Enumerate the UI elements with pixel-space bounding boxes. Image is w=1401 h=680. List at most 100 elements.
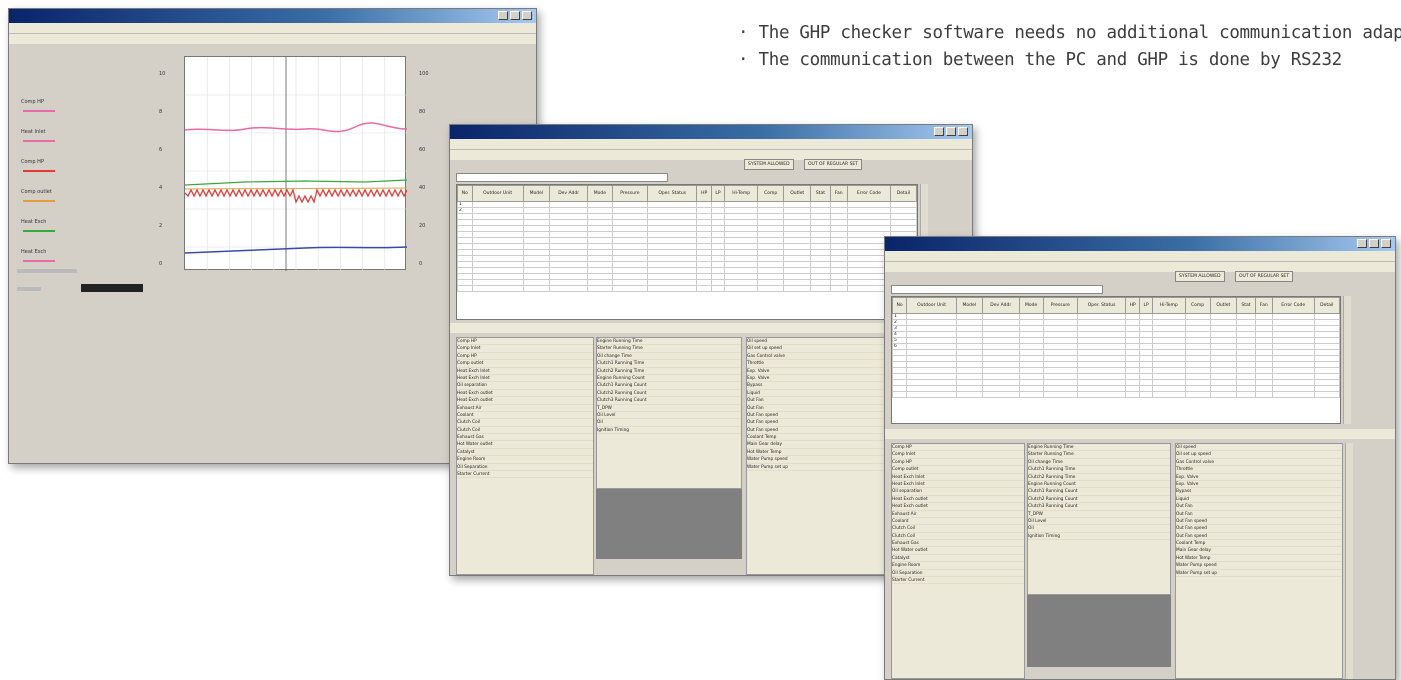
maximize-icon[interactable]	[946, 127, 956, 136]
column-header[interactable]: Comp	[757, 185, 785, 202]
column-header[interactable]: Outlet	[783, 185, 812, 202]
column-header[interactable]: Outlet	[1209, 297, 1238, 314]
param-row: Exhaust Gas	[457, 434, 593, 442]
table-cell	[710, 285, 726, 292]
minimize-icon[interactable]	[934, 127, 944, 136]
menu-bar[interactable]	[885, 251, 1395, 262]
param-name: Clutch Coil	[457, 427, 481, 433]
column-header[interactable]: Pressure	[1042, 297, 1079, 314]
param-name: Out Fan speed	[1176, 526, 1207, 532]
tab-system-allowed[interactable]: SYSTEM ALLOWED	[744, 159, 794, 170]
param-name: Out Fan speed	[1176, 533, 1207, 539]
table-cell	[549, 285, 589, 292]
column-header[interactable]: Mode	[587, 185, 613, 202]
column-header[interactable]: Error Code	[1271, 297, 1315, 314]
tab-system-allowed[interactable]: SYSTEM ALLOWED	[1175, 271, 1225, 282]
monitor-window-2: SYSTEM ALLOWED OUT OF REGULAR SET No Outd…	[884, 236, 1396, 680]
column-header[interactable]: No	[457, 185, 473, 202]
column-header[interactable]: HP	[696, 185, 712, 202]
param-name: Oil speed	[1176, 445, 1197, 450]
param-name: Engine Running Count	[1028, 481, 1076, 487]
column-header[interactable]: Mode	[1018, 297, 1044, 314]
param-value	[569, 464, 593, 470]
column-header[interactable]: Stat	[1236, 297, 1256, 314]
table-cell	[1152, 391, 1186, 398]
param-value	[1000, 496, 1024, 502]
maximize-icon[interactable]	[510, 11, 520, 20]
param-name: Bypass	[747, 383, 763, 389]
param-name: Water Pump speed	[1176, 563, 1217, 569]
param-name: Clutch Coil	[892, 533, 916, 539]
column-header[interactable]: Fan	[1254, 297, 1273, 314]
param-row: Heat Exch Inlet	[457, 368, 593, 375]
tab-out-of-regular[interactable]: OUT OF REGULAR SET	[1235, 271, 1294, 282]
param-value	[1318, 496, 1342, 502]
param-name: Water Pump set up	[1176, 570, 1217, 576]
tab-out-of-regular[interactable]: OUT OF REGULAR SET	[804, 159, 863, 170]
column-header[interactable]: Pressure	[611, 185, 649, 202]
param-row: Hot Water outlet	[457, 441, 593, 449]
table-cell	[1139, 391, 1154, 398]
unit-select[interactable]	[456, 173, 668, 182]
column-header[interactable]: Model	[955, 297, 983, 314]
column-header[interactable]: Hi-Temp	[1152, 297, 1186, 314]
param-row: Oil change Time	[597, 353, 741, 361]
param-name: Heat Exch Inlet	[457, 368, 490, 374]
column-header[interactable]: Detail	[1313, 297, 1341, 314]
param-value	[717, 397, 741, 403]
minimize-icon[interactable]	[1357, 239, 1367, 248]
column-header[interactable]: Error Code	[846, 185, 891, 202]
param-row: Clutch3 Running Count	[1028, 503, 1170, 511]
param-value	[1000, 525, 1024, 531]
legend-swatch	[23, 170, 55, 172]
param-value	[1000, 488, 1024, 494]
menu-bar[interactable]	[450, 139, 972, 150]
param-value	[1000, 466, 1024, 472]
param-row: T_DPW	[1028, 511, 1170, 518]
param-name: Heat Exch outlet	[892, 504, 928, 510]
param-name: Starter Running Time	[597, 346, 643, 352]
column-header[interactable]: Detail	[889, 185, 918, 202]
param-name: Clutch1 Running Count	[1028, 489, 1078, 495]
column-header[interactable]: Outdoor Unit	[906, 297, 957, 314]
table-row[interactable]	[457, 285, 918, 292]
column-header[interactable]: Dev Addr	[549, 185, 589, 202]
close-icon[interactable]	[522, 11, 532, 20]
param-name: Clutch2 Running Time	[597, 368, 645, 374]
maximize-icon[interactable]	[1369, 239, 1379, 248]
column-header[interactable]: Outdoor Unit	[471, 185, 524, 202]
param-row: Engine Running Count	[597, 375, 741, 383]
column-header[interactable]: Hi-Temp	[724, 185, 759, 202]
minimize-icon[interactable]	[498, 11, 508, 20]
param-value	[1318, 511, 1342, 517]
column-header[interactable]: LP	[710, 185, 726, 202]
column-header[interactable]: Model	[522, 185, 551, 202]
close-icon[interactable]	[1381, 239, 1391, 248]
column-header[interactable]: Oper. Status	[1077, 297, 1127, 314]
column-header[interactable]: LP	[1139, 297, 1154, 314]
param-value	[1318, 570, 1342, 576]
table-cell	[906, 391, 957, 398]
param-name: Catalyst	[457, 449, 475, 455]
column-header[interactable]: HP	[1125, 297, 1141, 314]
close-icon[interactable]	[958, 127, 968, 136]
column-header[interactable]: Comp	[1184, 297, 1211, 314]
column-header[interactable]: Fan	[829, 185, 848, 202]
table-cell	[1254, 391, 1273, 398]
param-row: Exp. Valve	[1176, 481, 1342, 489]
table-cell	[457, 285, 473, 292]
unit-select[interactable]	[891, 285, 1103, 294]
column-header[interactable]: No	[891, 297, 908, 314]
param-row: Water Pump set up	[1176, 570, 1342, 578]
panel-scrollbar[interactable]	[1345, 443, 1353, 679]
gray-area	[596, 489, 742, 559]
column-header[interactable]: Oper. Status	[647, 185, 698, 202]
grid-scrollbar[interactable]	[1343, 296, 1351, 424]
param-name: Water Pump set up	[747, 464, 788, 470]
table-row[interactable]	[891, 391, 1341, 398]
param-row: Clutch2 Running Count	[597, 390, 741, 398]
column-header[interactable]: Stat	[810, 185, 831, 202]
param-value	[1000, 547, 1024, 553]
column-header[interactable]: Dev Addr	[981, 297, 1020, 314]
menu-bar[interactable]	[9, 23, 536, 34]
